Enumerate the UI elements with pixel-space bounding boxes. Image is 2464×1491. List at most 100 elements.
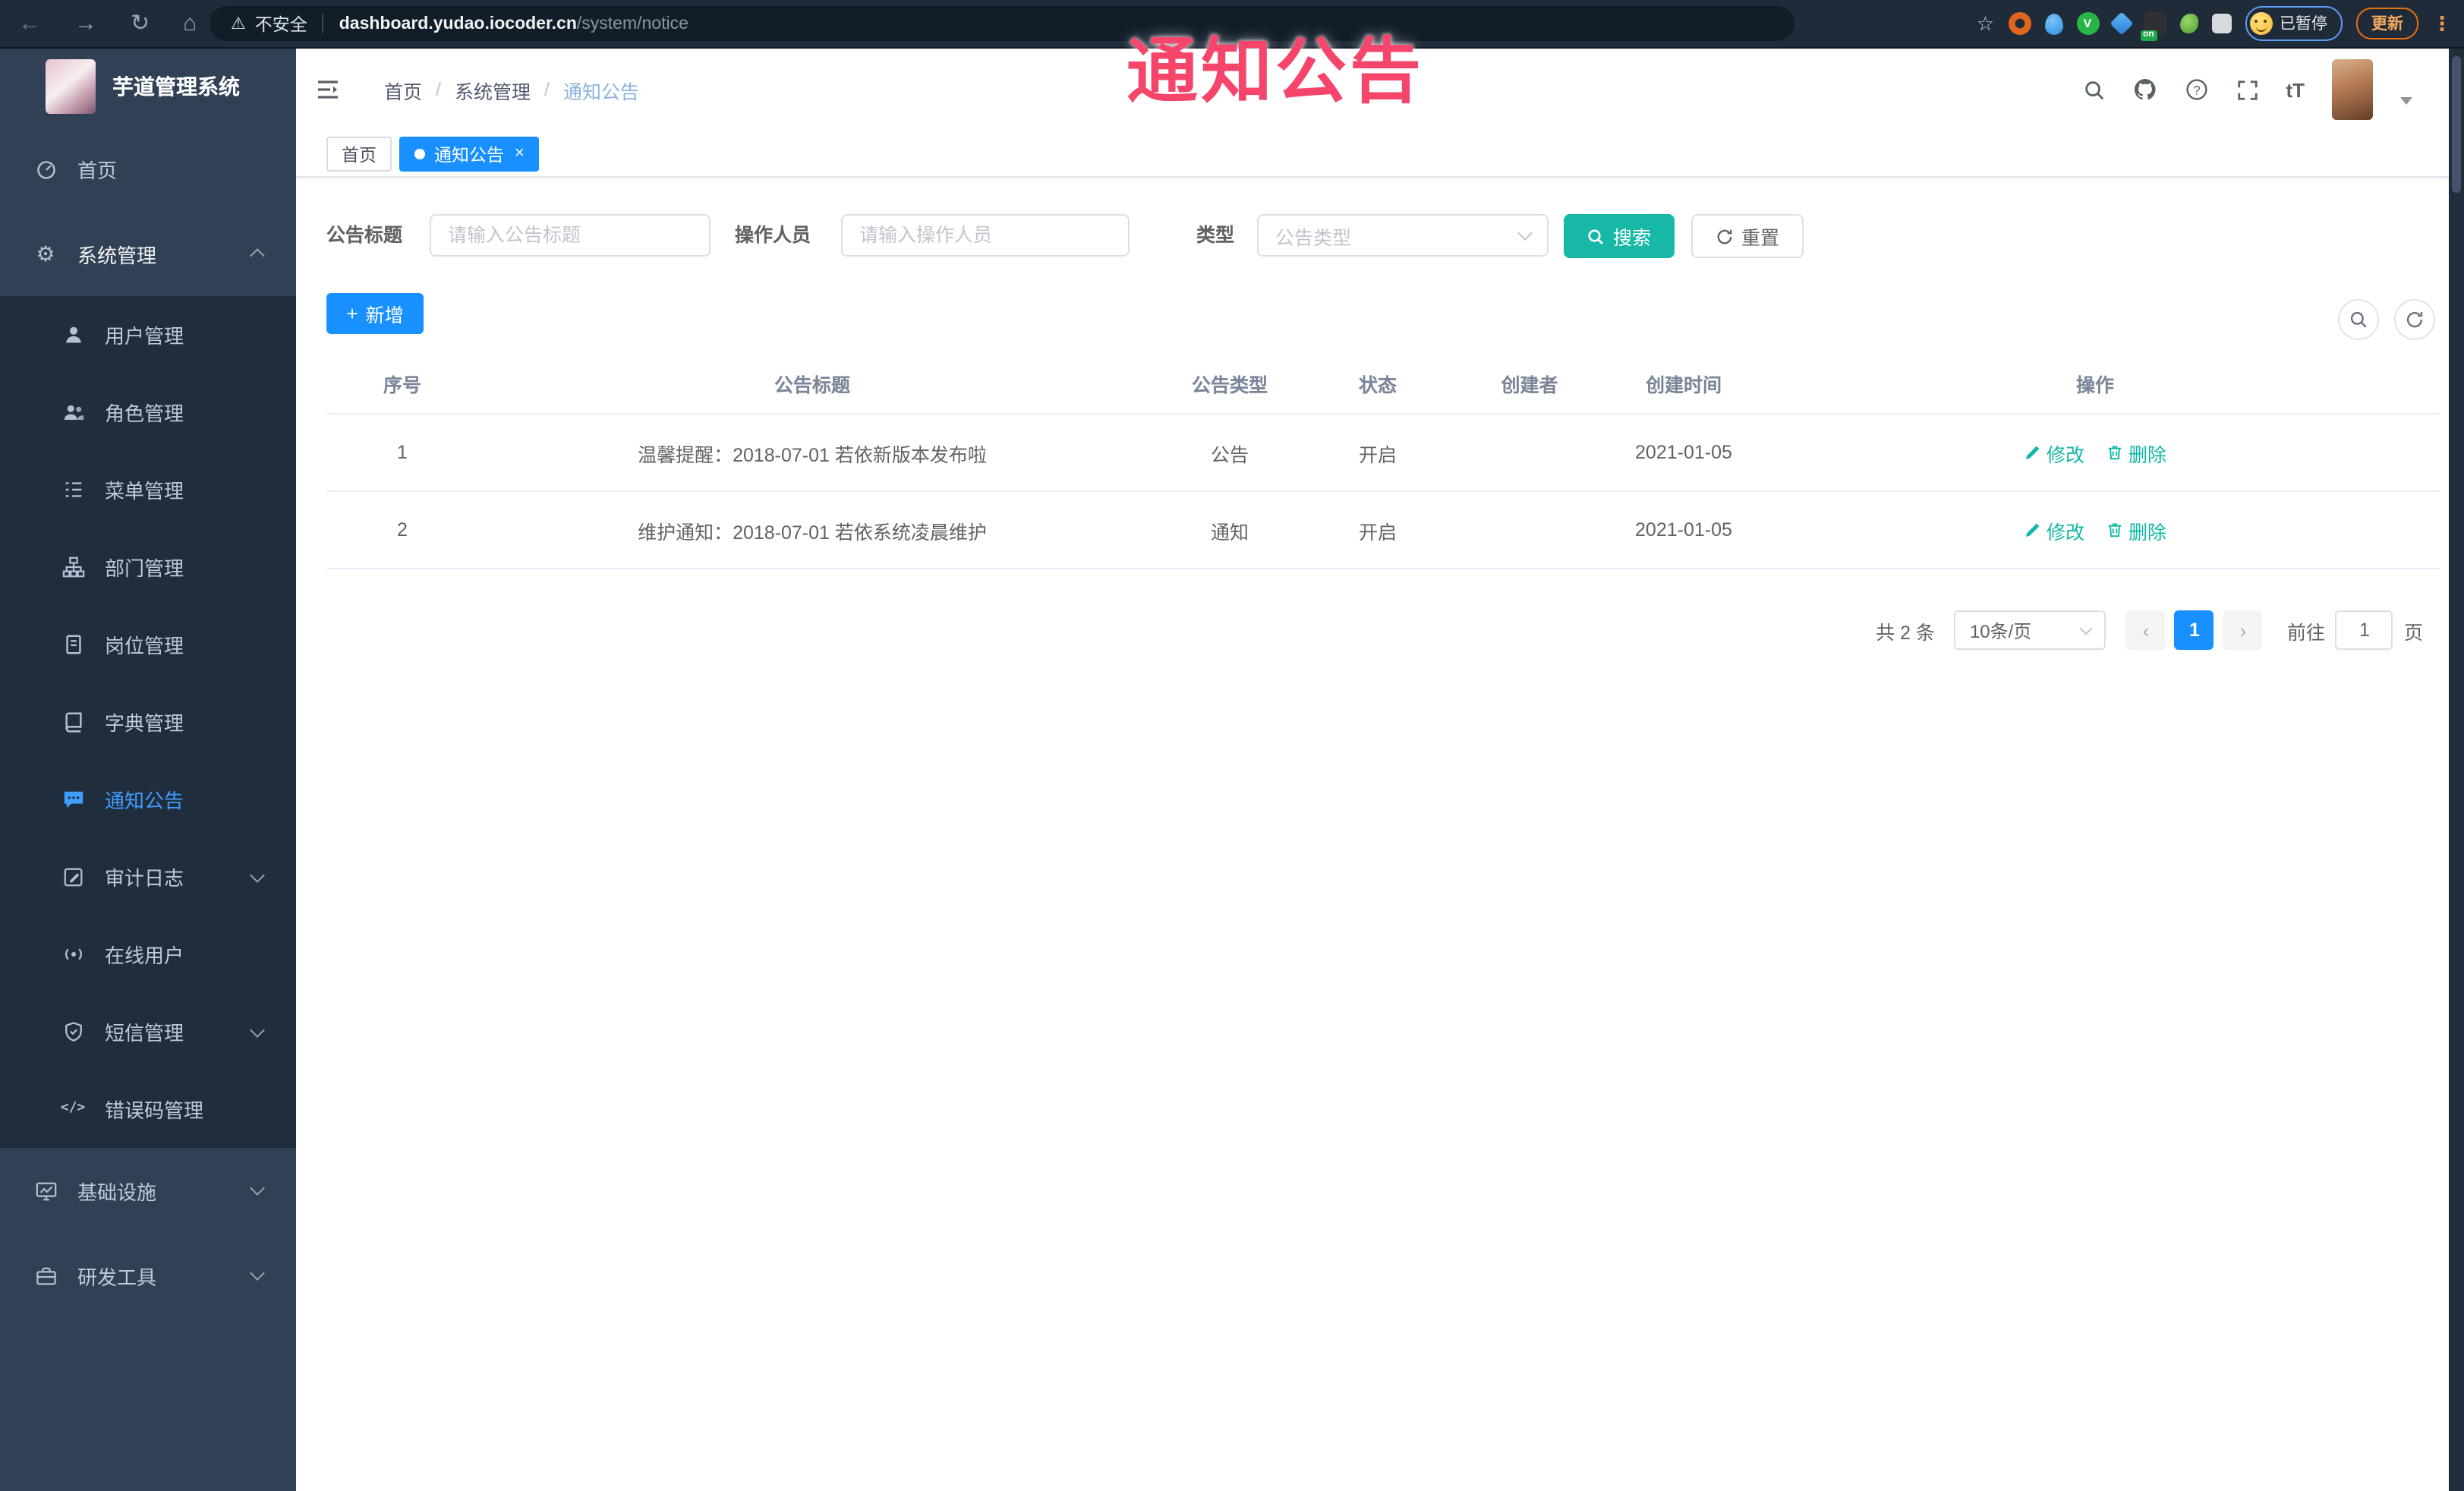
breadcrumb-home[interactable]: 首页 <box>384 75 422 104</box>
tab-notice-announcement[interactable]: 通知公告 × <box>399 137 540 172</box>
trash-icon <box>2108 446 2122 460</box>
code-icon: </> <box>60 1101 86 1116</box>
app-title: 芋道管理系统 <box>112 74 240 99</box>
delete-link[interactable]: 删除 <box>2106 515 2166 544</box>
trash-icon <box>2108 523 2122 537</box>
sidebar-item-online-users[interactable]: 在线用户 <box>0 916 296 993</box>
plus-icon: + <box>346 302 358 325</box>
sidebar-item-menu-management[interactable]: 菜单管理 <box>0 451 296 528</box>
app-logo-image <box>46 59 96 114</box>
search-button[interactable]: 搜索 <box>1564 214 1675 258</box>
sidebar-item-home[interactable]: 首页 <box>0 126 296 211</box>
tag-tabs-bar: 首页 通知公告 × <box>296 132 2449 178</box>
total-count-label: 共 2 条 <box>1876 622 1935 643</box>
cell-title: 温馨提醒：2018-07-01 若依新版本发布啦 <box>638 444 987 465</box>
user-avatar[interactable] <box>2332 59 2373 120</box>
search-icon[interactable] <box>2082 78 2105 101</box>
bookmark-star-icon[interactable]: ☆ <box>1977 11 1994 36</box>
menu-list-icon <box>61 478 85 502</box>
notice-title-input[interactable] <box>430 214 711 257</box>
chevron-up-icon <box>250 248 265 263</box>
sidebar-item-audit-log[interactable]: 审计日志 <box>0 838 296 916</box>
font-size-icon[interactable]: tT <box>2286 78 2305 101</box>
pagination: 共 2 条 10条/页 ‹ 1 › 前往 页 <box>1876 609 2423 651</box>
cell-status: 开启 <box>1358 522 1397 543</box>
browser-update-button[interactable]: 更新 <box>2356 8 2418 39</box>
security-label: 不安全 <box>254 16 307 34</box>
browser-toolbar-right: ☆ V on 已暂停 更新 ⋮ <box>1977 0 2452 47</box>
browser-reload-icon[interactable]: ↻ <box>131 0 150 47</box>
page-size-select[interactable]: 10条/页 <box>1954 610 2106 650</box>
notice-type-select[interactable]: 公告类型 <box>1257 214 1549 257</box>
dashboard-icon <box>33 156 58 181</box>
sidebar: 芋道管理系统 首页 ⚙ 系统管理 用户管理 角色管理 菜单管理 部门管理 岗位管… <box>0 47 296 1491</box>
tab-home[interactable]: 首页 <box>326 137 392 172</box>
sidebar-item-dev-tools[interactable]: 研发工具 <box>0 1233 296 1318</box>
toggle-search-circle-button[interactable] <box>2338 299 2379 340</box>
address-bar[interactable]: ⚠ 不安全 dashboard.yudao.iocoder.cn/system/… <box>210 6 1794 41</box>
sidebar-logo-row[interactable]: 芋道管理系统 <box>0 47 296 126</box>
next-page-button[interactable]: › <box>2223 610 2263 650</box>
delete-link[interactable]: 删除 <box>2106 438 2166 467</box>
fullscreen-icon[interactable] <box>2236 78 2258 101</box>
sidebar-item-role-management[interactable]: 角色管理 <box>0 374 296 451</box>
col-header-actions: 操作 <box>2075 374 2114 396</box>
shield-check-icon <box>61 1020 85 1044</box>
refresh-icon <box>2406 311 2423 328</box>
breadcrumb-system[interactable]: 系统管理 <box>455 75 531 104</box>
extension-orange-icon[interactable] <box>2008 12 2031 35</box>
col-header-title: 公告标题 <box>774 374 850 396</box>
extension-tampermonkey-icon[interactable]: on <box>2140 12 2166 41</box>
table-row: 1 温馨提醒：2018-07-01 若依新版本发布啦 公告 开启 2021-01… <box>326 415 2440 492</box>
col-header-status: 状态 <box>1358 374 1397 396</box>
operator-label: 操作人员 <box>735 225 811 246</box>
col-header-created-time: 创建时间 <box>1645 374 1722 396</box>
collapse-sidebar-icon[interactable] <box>316 77 340 102</box>
browser-profile-chip[interactable]: 已暂停 <box>2245 6 2343 41</box>
sidebar-item-post-management[interactable]: 岗位管理 <box>0 606 296 683</box>
sidebar-item-infrastructure[interactable]: 基础设施 <box>0 1148 296 1233</box>
announcement-bubble-icon <box>61 787 85 812</box>
extensions-puzzle-icon[interactable] <box>2211 14 2231 33</box>
scrollbar-thumb[interactable] <box>2452 56 2461 193</box>
close-tab-icon[interactable]: × <box>515 145 525 162</box>
github-icon[interactable] <box>2132 77 2157 102</box>
sidebar-item-notice-announcement[interactable]: 通知公告 <box>0 761 296 838</box>
edit-link[interactable]: 修改 <box>2024 515 2084 544</box>
reset-button[interactable]: 重置 <box>1691 214 1804 258</box>
extension-diamond-icon[interactable] <box>2109 11 2133 36</box>
sidebar-item-sms-management[interactable]: 短信管理 <box>0 993 296 1070</box>
goto-page-input[interactable] <box>2335 610 2393 650</box>
cell-type: 通知 <box>1210 522 1249 543</box>
sidebar-item-system-management[interactable]: ⚙ 系统管理 <box>0 211 296 296</box>
cell-no: 1 <box>397 442 408 463</box>
sidebar-item-error-code-management[interactable]: </> 错误码管理 <box>0 1070 296 1148</box>
refresh-circle-button[interactable] <box>2394 299 2435 340</box>
operator-input[interactable] <box>841 214 1130 257</box>
page-scrollbar[interactable] <box>2449 47 2464 1491</box>
cell-created-time: 2021-01-05 <box>1635 442 1732 463</box>
avatar-caret-down-icon[interactable] <box>2400 96 2412 104</box>
edit-link[interactable]: 修改 <box>2024 438 2084 467</box>
extension-blue-icon[interactable] <box>2044 13 2062 34</box>
browser-home-icon[interactable]: ⌂ <box>183 0 197 47</box>
browser-back-icon[interactable]: ← <box>18 0 41 47</box>
profile-status-label: 已暂停 <box>2280 15 2327 33</box>
extension-leaf-icon[interactable] <box>2179 14 2198 33</box>
goto-label: 前往 <box>2286 622 2325 643</box>
browser-menu-kebab-icon[interactable]: ⋮ <box>2432 11 2452 36</box>
prev-page-button[interactable]: ‹ <box>2125 610 2166 650</box>
extension-green-v-icon[interactable]: V <box>2076 12 2099 35</box>
sidebar-item-department-management[interactable]: 部门管理 <box>0 528 296 606</box>
edit-pen-icon <box>2025 523 2040 537</box>
help-icon[interactable]: ? <box>2184 77 2208 102</box>
breadcrumb-separator: / <box>544 79 550 100</box>
current-page-button[interactable]: 1 <box>2174 610 2214 650</box>
monitor-chart-icon <box>33 1178 58 1203</box>
add-button[interactable]: + 新增 <box>326 293 424 334</box>
cell-type: 公告 <box>1210 444 1249 465</box>
sidebar-item-user-management[interactable]: 用户管理 <box>0 296 296 374</box>
sidebar-item-dictionary-management[interactable]: 字典管理 <box>0 683 296 761</box>
browser-forward-icon[interactable]: → <box>74 0 97 47</box>
badge-icon <box>61 632 85 657</box>
